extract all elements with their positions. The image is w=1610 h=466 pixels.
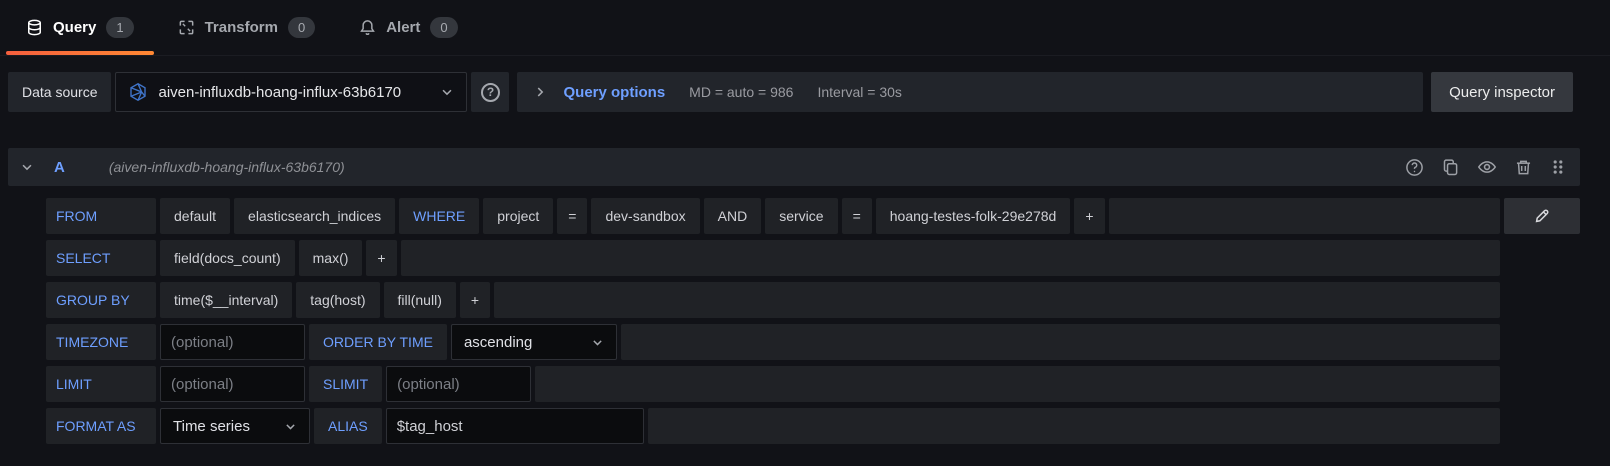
duplicate-query-button[interactable] [1441, 158, 1460, 177]
query-datasource-hint: (aiven-influxdb-hoang-influx-63b6170) [109, 159, 345, 175]
format-as-select[interactable]: Time series [160, 408, 310, 444]
datasource-picker[interactable]: aiven-influxdb-hoang-influx-63b6170 [115, 72, 467, 112]
influxdb-icon [128, 82, 148, 102]
toggle-text-edit-mode-button[interactable] [1504, 198, 1580, 234]
tab-query-count-badge: 1 [106, 17, 133, 38]
row-filler [535, 366, 1500, 402]
select-aggregation-segment[interactable]: max() [299, 240, 363, 276]
query-rows: FROM default elasticsearch_indices WHERE… [8, 186, 1580, 444]
tab-query-label: Query [53, 19, 96, 36]
pencil-icon [1533, 207, 1551, 225]
limit-row: LIMIT SLIMIT [46, 366, 1580, 402]
query-options-toggle[interactable]: Query options [533, 84, 665, 101]
from-policy-segment[interactable]: default [160, 198, 230, 234]
delete-query-trash-icon[interactable] [1514, 158, 1533, 177]
select-row: SELECT field(docs_count) max() + [46, 240, 1580, 276]
chevron-down-icon [284, 420, 297, 433]
max-data-points-text: MD = auto = 986 [689, 84, 793, 100]
query-actions [1405, 157, 1566, 177]
timezone-input[interactable] [160, 324, 305, 360]
slimit-label: SLIMIT [309, 366, 382, 402]
transform-icon [178, 19, 195, 36]
row-tail-spacer [1504, 324, 1580, 360]
where-tag1-segment[interactable]: project [483, 198, 553, 234]
group-by-time-segment[interactable]: time($__interval) [160, 282, 292, 318]
query-toolbar: Data source aiven-influxdb-hoang-influx-… [8, 72, 1573, 112]
where-op2-segment[interactable]: = [842, 198, 872, 234]
select-add-button[interactable]: + [366, 240, 396, 276]
toggle-visibility-eye-icon[interactable] [1477, 157, 1497, 177]
row-tail-spacer [1504, 366, 1580, 402]
group-by-row: GROUP BY time($__interval) tag(host) fil… [46, 282, 1580, 318]
chevron-down-icon [591, 336, 604, 349]
tab-alert-label: Alert [386, 19, 420, 36]
format-as-value: Time series [173, 418, 250, 435]
timezone-label: TIMEZONE [46, 324, 156, 360]
tab-query[interactable]: Query 1 [4, 0, 156, 55]
row-tail-spacer [1504, 408, 1580, 444]
datasource-value: aiven-influxdb-hoang-influx-63b6170 [158, 84, 430, 101]
chevron-right-icon [533, 85, 547, 99]
query-options-bar: Query options MD = auto = 986 Interval =… [517, 72, 1423, 112]
editor-tabbar: Query 1 Transform 0 Alert 0 [0, 0, 1610, 56]
row-filler [648, 408, 1500, 444]
from-measurement-segment[interactable]: elasticsearch_indices [234, 198, 395, 234]
query-header-row: A (aiven-influxdb-hoang-influx-63b6170) [8, 148, 1580, 186]
group-by-add-button[interactable]: + [460, 282, 490, 318]
group-by-label: GROUP BY [46, 282, 156, 318]
from-row: FROM default elasticsearch_indices WHERE… [46, 198, 1580, 234]
alias-input[interactable] [386, 408, 644, 444]
from-label: FROM [46, 198, 156, 234]
drag-handle-icon[interactable] [1550, 158, 1566, 176]
help-circle-icon: ? [481, 83, 500, 102]
row-filler [1109, 198, 1501, 234]
query-help-button[interactable] [1405, 158, 1424, 177]
row-filler [621, 324, 1500, 360]
format-as-label: FORMAT AS [46, 408, 156, 444]
slimit-input[interactable] [386, 366, 531, 402]
active-tab-underline [6, 51, 154, 55]
order-by-time-value: ascending [464, 334, 532, 351]
limit-input[interactable] [160, 366, 305, 402]
tab-transform-count-badge: 0 [288, 17, 315, 38]
group-by-tag-segment[interactable]: tag(host) [296, 282, 379, 318]
tab-transform-label: Transform [205, 19, 278, 36]
row-filler [401, 240, 1500, 276]
alias-label: ALIAS [314, 408, 382, 444]
group-by-fill-segment[interactable]: fill(null) [384, 282, 456, 318]
limit-label: LIMIT [46, 366, 156, 402]
query-options-label: Query options [563, 84, 665, 101]
tab-alert-count-badge: 0 [430, 17, 457, 38]
database-icon [26, 19, 43, 36]
collapse-chevron-icon[interactable] [20, 160, 34, 174]
tab-transform[interactable]: Transform 0 [156, 0, 338, 55]
where-op1-segment[interactable]: = [557, 198, 587, 234]
where-and-segment[interactable]: AND [704, 198, 762, 234]
datasource-help-button[interactable]: ? [471, 72, 509, 112]
tab-alert[interactable]: Alert 0 [337, 0, 479, 55]
timezone-row: TIMEZONE ORDER BY TIME ascending [46, 324, 1580, 360]
where-tag2-segment[interactable]: service [765, 198, 837, 234]
query-ref-id: A [54, 159, 65, 176]
order-by-time-select[interactable]: ascending [451, 324, 617, 360]
row-filler [494, 282, 1500, 318]
row-tail-spacer [1504, 240, 1580, 276]
where-value2-segment[interactable]: hoang-testes-folk-29e278d [876, 198, 1071, 234]
where-label: WHERE [399, 198, 479, 234]
query-inspector-button[interactable]: Query inspector [1431, 72, 1573, 112]
order-by-time-label: ORDER BY TIME [309, 324, 447, 360]
select-label: SELECT [46, 240, 156, 276]
bell-icon [359, 19, 376, 36]
where-value1-segment[interactable]: dev-sandbox [591, 198, 699, 234]
query-editor-card: A (aiven-influxdb-hoang-influx-63b6170) [8, 148, 1580, 444]
datasource-label: Data source [8, 72, 111, 112]
where-add-button[interactable]: + [1074, 198, 1104, 234]
row-tail-spacer [1504, 282, 1580, 318]
format-as-row: FORMAT AS Time series ALIAS [46, 408, 1580, 444]
select-field-segment[interactable]: field(docs_count) [160, 240, 295, 276]
interval-text: Interval = 30s [817, 84, 901, 100]
chevron-down-icon [440, 85, 454, 99]
